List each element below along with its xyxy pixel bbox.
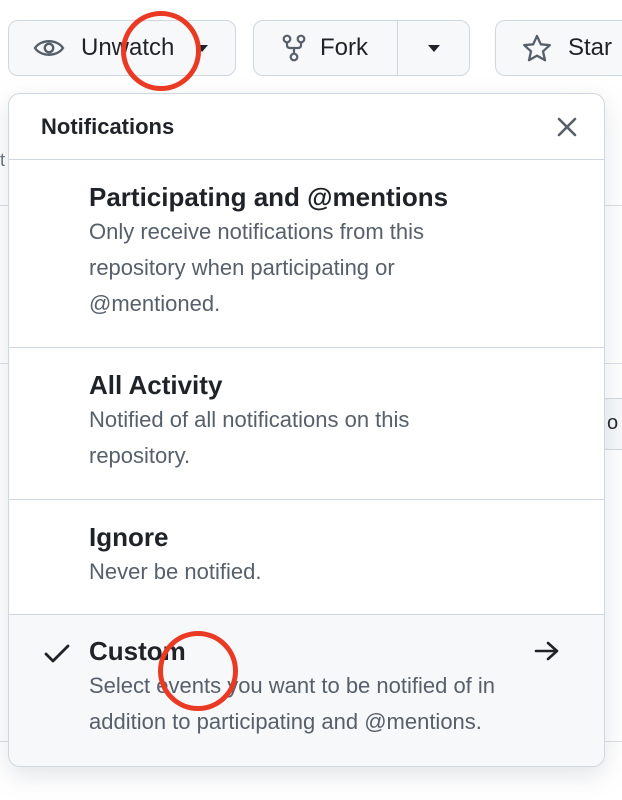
option-description: Only receive notifications from this (89, 219, 425, 244)
check-icon (43, 643, 71, 670)
option-ignore[interactable]: Ignore Never be notified. (9, 500, 604, 615)
option-title: Participating and @mentions (89, 182, 449, 212)
option-description: addition to participating and @mentions. (89, 709, 482, 734)
chevron-down-icon (196, 44, 209, 52)
chevron-down-icon (427, 44, 440, 52)
option-description: Never be notified. (89, 559, 262, 584)
option-description: @mentioned. (89, 291, 221, 316)
background-button-text: o (607, 412, 619, 434)
screen: t o Unwatch Fork Star Notifications Part… (0, 0, 622, 800)
option-title: Custom (89, 636, 186, 666)
option-participating-and-mentions[interactable]: Participating and @mentions Only receive… (9, 160, 604, 348)
unwatch-button[interactable]: Unwatch (8, 20, 236, 76)
star-label: Star (568, 34, 613, 61)
close-icon[interactable] (552, 112, 582, 142)
arrow-right-icon (534, 640, 560, 667)
dropdown-header: Notifications (9, 94, 604, 160)
option-title: Ignore (89, 522, 169, 552)
fork-dropdown-button[interactable] (398, 21, 469, 75)
star-button[interactable]: Star (495, 20, 622, 76)
unwatch-label: Unwatch (81, 34, 175, 61)
option-all-activity[interactable]: All Activity Notified of all notificatio… (9, 348, 604, 500)
option-description: Select events you want to be notified of… (89, 673, 496, 698)
background-text-fragment: t (0, 150, 6, 170)
option-description: repository when participating or (89, 255, 395, 280)
option-title: All Activity (89, 370, 223, 400)
notifications-dropdown: Notifications Participating and @mention… (8, 93, 605, 767)
fork-button-group: Fork (253, 20, 470, 76)
fork-button[interactable]: Fork (254, 21, 398, 75)
option-custom[interactable]: Custom Select events you want to be noti… (9, 615, 604, 766)
repo-forked-icon (282, 34, 306, 62)
fork-label: Fork (320, 34, 368, 61)
option-description: Notified of all notifications on this (89, 407, 410, 432)
eye-icon (33, 37, 65, 59)
option-description: repository. (89, 443, 191, 468)
dropdown-title: Notifications (41, 113, 175, 139)
star-icon (522, 34, 552, 63)
